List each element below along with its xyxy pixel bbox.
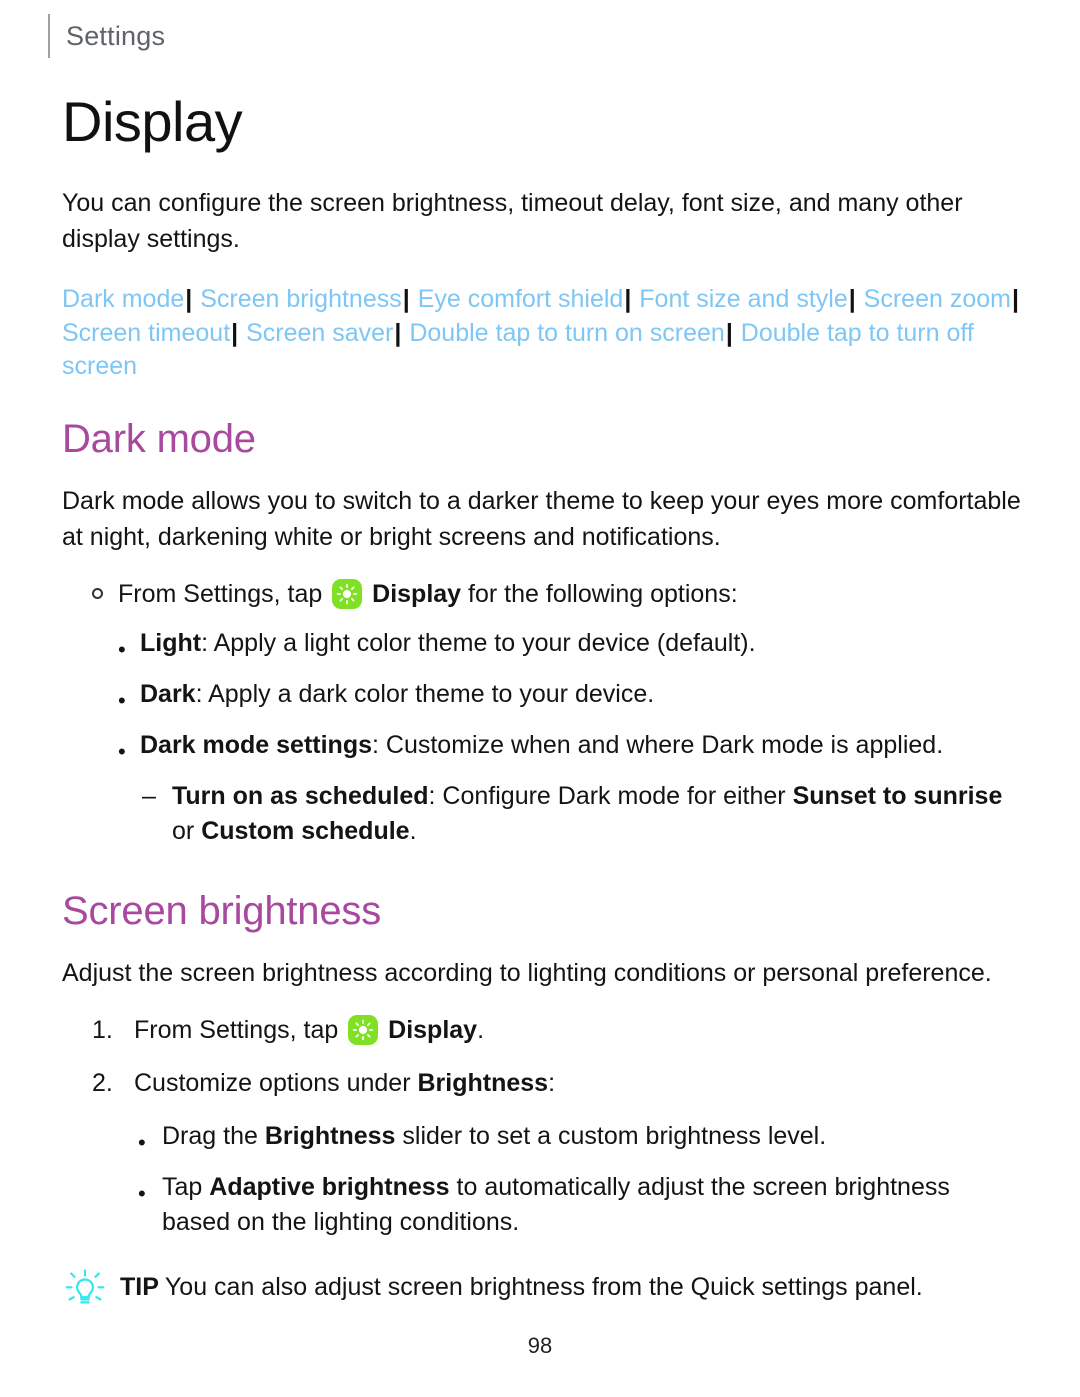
page-number: 98 xyxy=(527,1333,553,1358)
list-item: 1. From Settings, tap Display. xyxy=(62,1013,1022,1048)
page-content: Display You can configure the screen bri… xyxy=(0,0,1080,1306)
section-link-bar: Dark mode| Screen brightness| Eye comfor… xyxy=(62,283,1022,383)
step-text-suffix: . xyxy=(477,1016,485,1045)
link-dark-mode[interactable]: Dark mode xyxy=(62,285,184,313)
sub-option-bold-b: Custom schedule xyxy=(201,817,410,846)
section-title-screen-brightness: Screen brightness xyxy=(62,889,382,934)
list-item: • Dark: Apply a dark color theme to your… xyxy=(62,677,1022,712)
link-double-tap-turn-on-screen[interactable]: Double tap to turn on screen xyxy=(409,319,724,347)
option-description: : Apply a dark color theme to your devic… xyxy=(195,680,655,709)
step-text-prefix: Customize options under xyxy=(134,1069,411,1098)
option-term: Light xyxy=(140,629,202,658)
tip-callout: TIP You can also adjust screen brightness… xyxy=(62,1269,1022,1306)
display-app-icon xyxy=(332,579,363,610)
dot-bullet-icon: • xyxy=(118,637,126,663)
bullet-bold-term: Brightness xyxy=(264,1122,396,1151)
step-text-prefix: From Settings, tap xyxy=(134,1016,339,1045)
list-item: • Tap Adaptive brightness to automatical… xyxy=(62,1170,1022,1240)
circle-bullet-icon xyxy=(92,588,103,600)
step-number: 2. xyxy=(92,1069,113,1098)
step-app-name: Display xyxy=(372,580,462,609)
link-eye-comfort-shield[interactable]: Eye comfort shield xyxy=(418,285,624,313)
link-separator: | xyxy=(725,318,733,347)
sub-option-term: Turn on as scheduled xyxy=(172,782,429,811)
step-text-suffix: : xyxy=(548,1069,556,1098)
list-item: • Drag the Brightness slider to set a cu… xyxy=(62,1119,1022,1154)
sub-option-bold-a: Sunset to sunrise xyxy=(792,782,1003,811)
option-description: : Apply a light color theme to your devi… xyxy=(201,629,756,658)
bullet-bold-term: Adaptive brightness xyxy=(209,1173,450,1202)
list-item: From Settings, tap Display for the follo… xyxy=(62,577,1022,612)
dot-bullet-icon: • xyxy=(118,739,126,765)
intro-paragraph: You can configure the screen brightness,… xyxy=(62,189,963,253)
link-screen-timeout[interactable]: Screen timeout xyxy=(62,319,230,347)
link-separator: | xyxy=(1011,285,1019,314)
sub-option-description-b: or xyxy=(172,817,202,846)
link-separator: | xyxy=(624,285,632,314)
link-separator: | xyxy=(402,285,410,314)
section-title-dark-mode: Dark mode xyxy=(62,417,256,462)
dot-bullet-icon: • xyxy=(138,1181,146,1207)
step-text-prefix: From Settings, tap xyxy=(118,580,323,609)
tip-text: You can also adjust screen brightness fr… xyxy=(164,1273,923,1302)
dark-mode-description: Dark mode allows you to switch to a dark… xyxy=(62,487,1021,551)
step-text-suffix: for the following options: xyxy=(468,580,738,609)
link-screen-saver[interactable]: Screen saver xyxy=(246,319,393,347)
dot-bullet-icon: • xyxy=(138,1130,146,1156)
link-screen-zoom[interactable]: Screen zoom xyxy=(864,285,1011,313)
dark-mode-steps: From Settings, tap Display for the follo… xyxy=(62,577,1022,849)
option-term: Dark xyxy=(140,680,196,709)
option-description: : Customize when and where Dark mode is … xyxy=(372,731,944,760)
screen-brightness-steps: 1. From Settings, tap Display. 2. Custom… xyxy=(62,1013,1022,1240)
sub-option-description-a: : Configure Dark mode for either xyxy=(428,782,793,811)
bullet-text-post: slider to set a custom brightness level. xyxy=(395,1122,827,1151)
dot-bullet-icon: • xyxy=(118,688,126,714)
step-number: 1. xyxy=(92,1016,113,1045)
lightbulb-icon xyxy=(62,1266,108,1312)
screen-brightness-description: Adjust the screen brightness according t… xyxy=(62,958,992,987)
sub-option-description-c: . xyxy=(409,817,417,846)
dash-bullet-icon: – xyxy=(142,782,156,811)
display-app-icon xyxy=(348,1015,379,1046)
tip-label: TIP xyxy=(120,1273,159,1302)
link-separator: | xyxy=(848,285,856,314)
list-item: • Dark mode settings: Customize when and… xyxy=(62,728,1022,763)
link-separator: | xyxy=(394,318,402,347)
link-screen-brightness[interactable]: Screen brightness xyxy=(200,285,402,313)
link-separator: | xyxy=(231,318,239,347)
list-item: 2. Customize options under Brightness: xyxy=(62,1066,1022,1101)
step-app-name: Display xyxy=(388,1016,478,1045)
link-separator: | xyxy=(185,285,193,314)
option-term: Dark mode settings xyxy=(140,731,373,760)
list-item: • Light: Apply a light color theme to yo… xyxy=(62,626,1022,661)
list-item: – Turn on as scheduled: Configure Dark m… xyxy=(62,779,1022,849)
bullet-text-pre: Drag the xyxy=(162,1122,265,1151)
step-bold-term: Brightness xyxy=(417,1069,549,1098)
bullet-text-pre: Tap xyxy=(162,1173,210,1202)
page-title: Display xyxy=(62,90,243,153)
link-font-size-and-style[interactable]: Font size and style xyxy=(639,285,847,313)
